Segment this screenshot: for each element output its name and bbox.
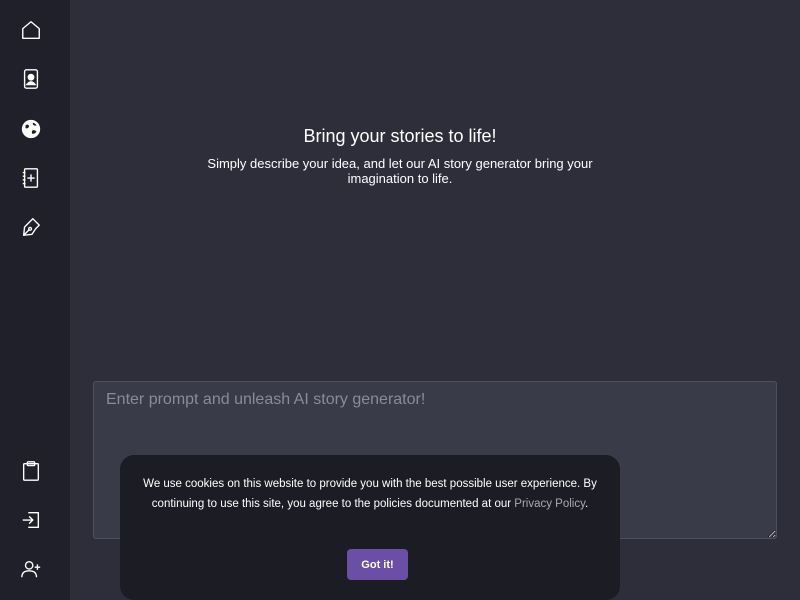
cookie-text-end: . (585, 497, 589, 510)
nav-login[interactable] (0, 500, 62, 540)
nav-clipboard[interactable] (0, 451, 62, 491)
sidebar (0, 0, 70, 600)
add-document-icon (22, 168, 39, 188)
nav-write[interactable] (0, 207, 62, 247)
globe-icon (21, 119, 41, 139)
nav-profile[interactable] (0, 59, 62, 99)
privacy-policy-link[interactable]: Privacy Policy (514, 498, 585, 510)
pen-tool-icon (22, 218, 40, 236)
add-user-icon (21, 560, 41, 578)
contact-card-icon (23, 69, 39, 89)
clipboard-icon (22, 461, 40, 481)
cookie-message: We use cookies on this website to provid… (138, 475, 602, 514)
nav-register[interactable] (0, 549, 62, 589)
nav-new-story[interactable] (0, 158, 62, 198)
hero-title: Bring your stories to life! (303, 126, 497, 146)
hero-subtitle: Simply describe your idea, and let our A… (207, 156, 593, 186)
nav-home[interactable] (0, 10, 62, 50)
nav-explore[interactable] (0, 109, 62, 149)
home-icon (22, 21, 40, 39)
cookie-banner: We use cookies on this website to provid… (120, 455, 620, 600)
accept-cookies-button[interactable]: Got it! (347, 549, 408, 580)
login-icon (22, 511, 40, 529)
